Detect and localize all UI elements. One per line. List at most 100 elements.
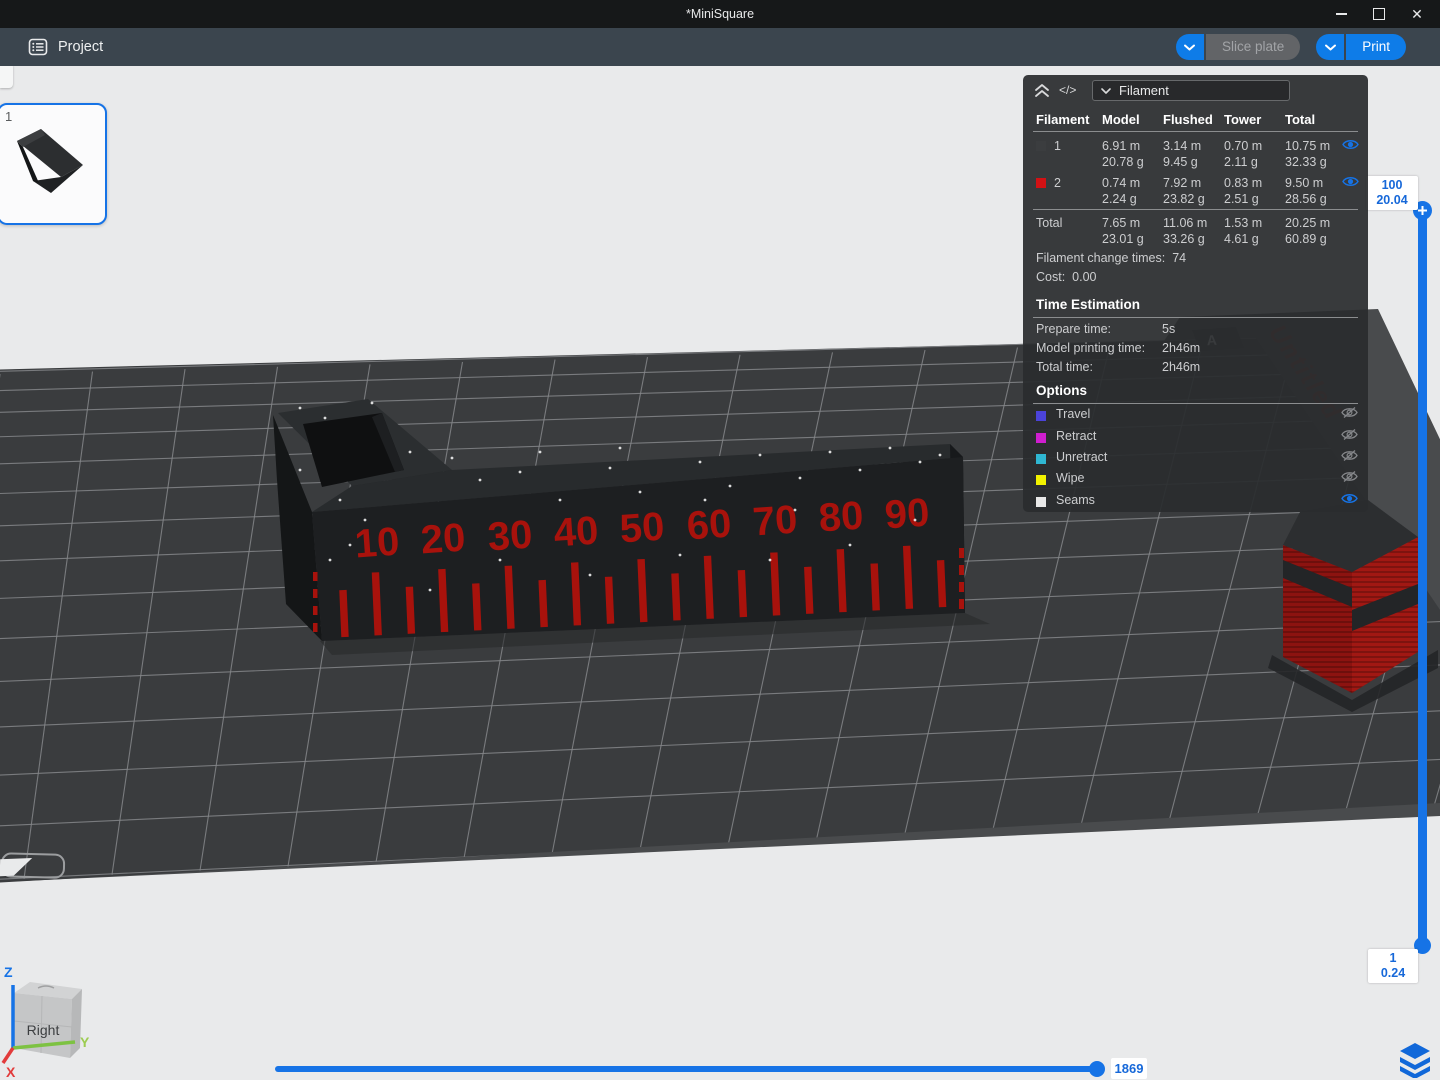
filament-id: 1 bbox=[1054, 138, 1061, 154]
view-mode-value: Filament bbox=[1119, 83, 1169, 98]
eye-off-icon bbox=[1341, 470, 1358, 483]
seam-dot bbox=[919, 461, 922, 464]
scale-number: 20 bbox=[419, 516, 466, 563]
option-wipe: Wipe bbox=[1036, 470, 1358, 486]
project-menu[interactable]: Project bbox=[28, 28, 103, 66]
step-slider-track[interactable] bbox=[275, 1066, 1103, 1072]
unretract-visibility-toggle[interactable] bbox=[1341, 449, 1358, 465]
seam-dot bbox=[429, 589, 432, 592]
total-label: Total bbox=[1036, 215, 1102, 247]
seam-dot bbox=[539, 451, 542, 454]
travel-visibility-toggle[interactable] bbox=[1341, 406, 1358, 422]
filament-id: 2 bbox=[1054, 175, 1061, 191]
seam-dot bbox=[329, 559, 332, 562]
seam-dot bbox=[324, 417, 327, 420]
close-button[interactable]: ✕ bbox=[1398, 0, 1436, 28]
unretract-color-swatch bbox=[1036, 454, 1046, 464]
plus-icon bbox=[1417, 205, 1428, 216]
travel-color-swatch bbox=[1036, 411, 1046, 421]
seam-dot bbox=[679, 554, 682, 557]
preview-panel: </> Filament Filament Model Flushed Towe… bbox=[1023, 75, 1368, 512]
scale-number: 90 bbox=[883, 491, 930, 538]
slice-dropdown-button[interactable] bbox=[1176, 34, 1206, 60]
option-label: Wipe bbox=[1056, 471, 1084, 485]
seam-dot bbox=[889, 447, 892, 450]
seam-dot bbox=[559, 499, 562, 502]
scale-number: 50 bbox=[618, 505, 665, 552]
scale-number: 30 bbox=[486, 513, 533, 560]
seams-visibility-toggle[interactable] bbox=[1341, 492, 1358, 508]
scale-number: 70 bbox=[751, 498, 798, 545]
seam-dot bbox=[364, 519, 367, 522]
step-slider-value: 1869 bbox=[1111, 1058, 1147, 1079]
project-menu-label: Project bbox=[58, 39, 103, 55]
filament-2-visibility-toggle[interactable] bbox=[1342, 175, 1368, 207]
scale-number: 60 bbox=[685, 502, 732, 549]
project-list-icon bbox=[28, 37, 48, 57]
slice-plate-button[interactable]: Slice plate bbox=[1206, 34, 1300, 60]
collapse-panel-button[interactable] bbox=[1033, 83, 1051, 99]
step-slider-handle[interactable] bbox=[1089, 1061, 1105, 1077]
maximize-button[interactable] bbox=[1360, 0, 1398, 28]
print-dropdown-button[interactable] bbox=[1316, 34, 1346, 60]
eye-icon bbox=[1341, 492, 1358, 505]
edge-seam-mark bbox=[313, 572, 318, 581]
seam-dot bbox=[349, 544, 352, 547]
seam-dot bbox=[799, 477, 802, 480]
chevron-down-icon bbox=[1101, 88, 1111, 94]
eye-off-icon bbox=[1341, 406, 1358, 419]
edge-seam-mark bbox=[959, 582, 964, 592]
print-split-button: Print bbox=[1316, 34, 1406, 60]
y-axis-label: Y bbox=[80, 1034, 90, 1050]
title-bar[interactable]: *MiniSquare ✕ bbox=[0, 0, 1440, 28]
seam-dot bbox=[759, 454, 762, 457]
options-title: Options bbox=[1036, 383, 1087, 398]
gcode-view-button[interactable]: </> bbox=[1059, 83, 1076, 97]
wipe-visibility-toggle[interactable] bbox=[1341, 470, 1358, 486]
code-icon: </> bbox=[1059, 83, 1076, 97]
seams-color-swatch bbox=[1036, 497, 1046, 507]
option-label: Seams bbox=[1056, 493, 1095, 507]
seam-dot bbox=[409, 451, 412, 454]
col-tower: Tower bbox=[1224, 112, 1285, 127]
sidebar-collapse-tab[interactable] bbox=[0, 63, 13, 88]
filament-table-header: Filament Model Flushed Tower Total bbox=[1036, 112, 1368, 127]
edge-seam-mark bbox=[959, 548, 964, 558]
model-printing-time-label: Model printing time: bbox=[1036, 341, 1145, 355]
seam-dot bbox=[451, 457, 454, 460]
plate-thumbnail[interactable]: 1 bbox=[0, 103, 107, 225]
maximize-icon bbox=[1373, 8, 1385, 20]
scale-number: 10 bbox=[353, 520, 400, 567]
seam-dot bbox=[699, 461, 702, 464]
view-cube[interactable]: Right Z Y X bbox=[0, 955, 110, 1080]
filament-1-visibility-toggle[interactable] bbox=[1342, 138, 1368, 170]
seam-dot bbox=[619, 447, 622, 450]
seam-dot bbox=[849, 544, 852, 547]
col-filament: Filament bbox=[1036, 112, 1102, 127]
minimize-icon bbox=[1336, 13, 1347, 15]
option-retract: Retract bbox=[1036, 428, 1358, 444]
z-axis-label: Z bbox=[4, 964, 13, 980]
filament-color-swatch bbox=[1036, 141, 1046, 151]
application-window: Untitled A bbox=[0, 0, 1440, 1080]
edge-seam-mark bbox=[959, 565, 964, 575]
filament-color-swatch bbox=[1036, 178, 1046, 188]
minimize-button[interactable] bbox=[1322, 0, 1360, 28]
print-button[interactable]: Print bbox=[1346, 34, 1406, 60]
option-label: Retract bbox=[1056, 429, 1096, 443]
retract-visibility-toggle[interactable] bbox=[1341, 428, 1358, 444]
option-seams: Seams bbox=[1036, 492, 1358, 508]
seam-dot bbox=[339, 499, 342, 502]
prepare-time-value: 5s bbox=[1162, 322, 1175, 336]
double-chevron-up-icon bbox=[1033, 83, 1051, 99]
eye-off-icon bbox=[1341, 449, 1358, 462]
seam-dot bbox=[299, 407, 302, 410]
layer-slider-track[interactable] bbox=[1418, 212, 1427, 946]
option-unretract: Unretract bbox=[1036, 449, 1358, 465]
chevron-down-icon bbox=[1184, 44, 1195, 51]
layers-view-button[interactable] bbox=[1396, 1040, 1434, 1078]
edge-seam-mark bbox=[313, 606, 318, 615]
option-label: Unretract bbox=[1056, 450, 1107, 464]
view-mode-dropdown[interactable]: Filament bbox=[1092, 80, 1290, 101]
menu-bar: Project Slice plate Print bbox=[0, 28, 1440, 66]
